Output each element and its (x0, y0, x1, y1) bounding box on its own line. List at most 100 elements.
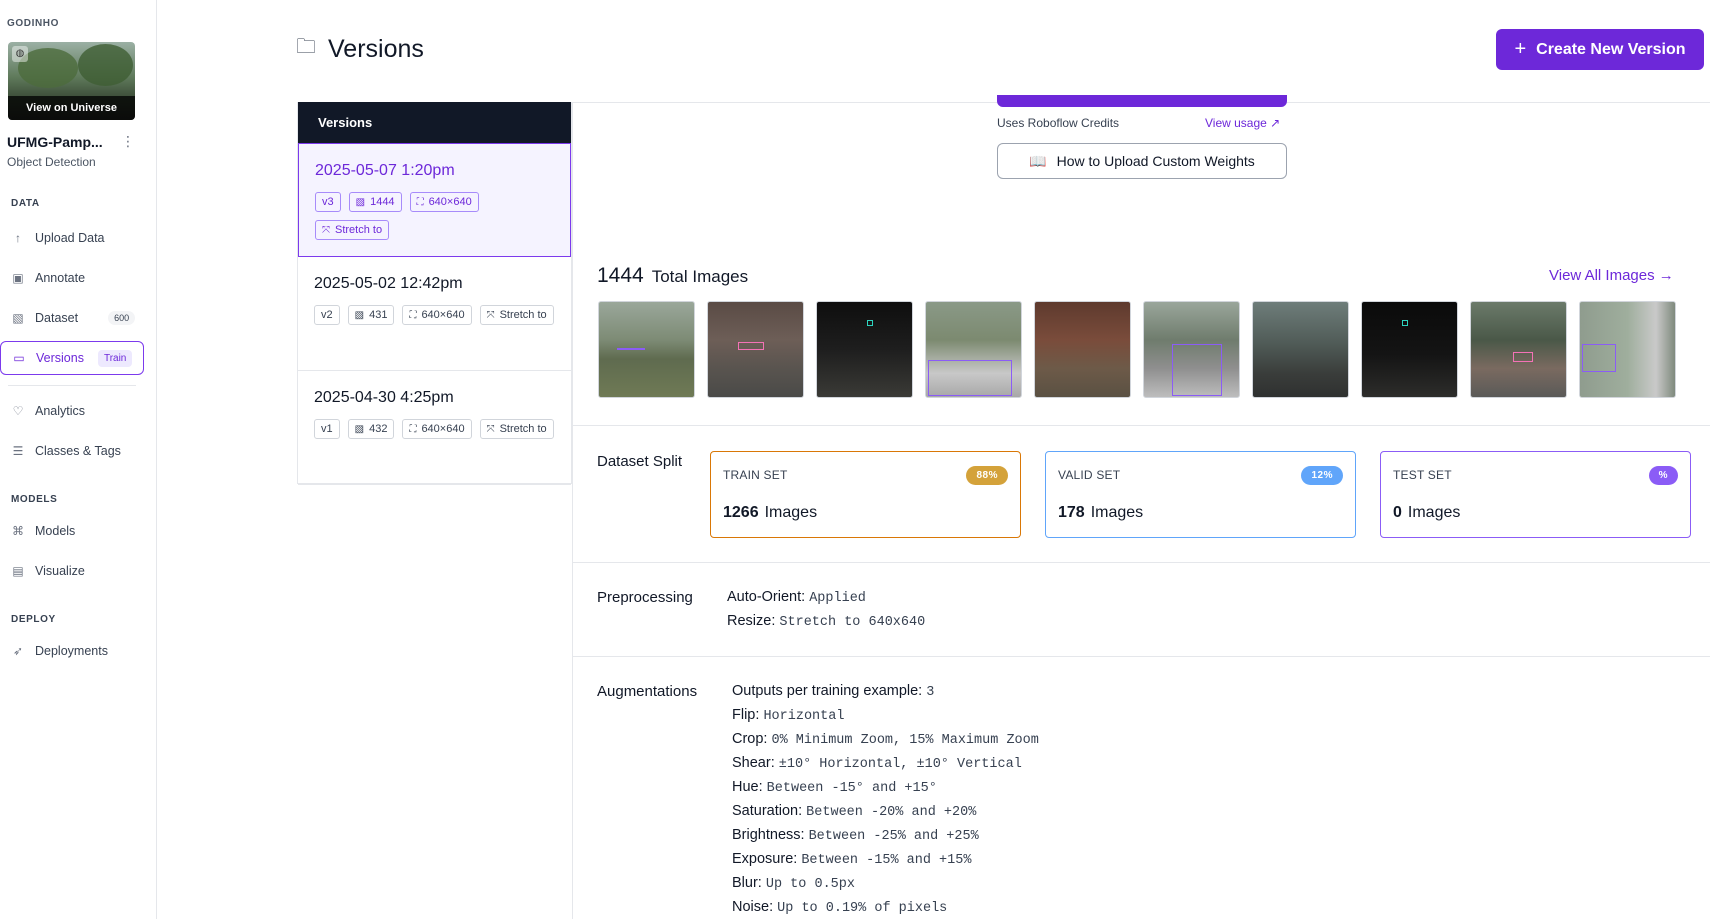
augmentation-row: Blur: Up to 0.5px (732, 875, 855, 892)
image-icon: ▧ (355, 196, 366, 208)
view-all-images-link[interactable]: View All Images → (1549, 267, 1674, 284)
section-data: DATA (11, 198, 40, 209)
view-usage-link[interactable]: View usage ↗ (1205, 116, 1280, 130)
stretch-tag: ⤧ Stretch to (479, 305, 554, 325)
sidebar-item-label: Dataset (35, 311, 79, 325)
sidebar-item-label: Classes & Tags (35, 444, 121, 458)
image-icon: ▧ (12, 311, 24, 325)
version-date: 2025-04-30 4:25pm (314, 389, 454, 406)
stretch-tag: ⤧ Stretch to (479, 419, 554, 439)
test-set-count: 0 (1393, 504, 1402, 521)
test-set-unit: Images (1407, 504, 1461, 521)
gallery-image[interactable] (707, 301, 804, 398)
valid-set-card: VALID SET 12% 178 Images (1045, 451, 1356, 538)
sidebar-item-label: Models (35, 524, 76, 538)
plus-icon: + (1514, 38, 1527, 60)
preprocessing-label: Preprocessing (597, 589, 693, 606)
sidebar-item-models[interactable]: ⌘ Models (0, 514, 144, 548)
train-set-percent: 88% (966, 466, 1008, 485)
train-set-card: TRAIN SET 88% 1266 Images (710, 451, 1021, 538)
folders-icon: 🗀 (296, 36, 316, 58)
sidebar: GODINHO ◍ View on Universe UFMG-Pamp... … (0, 0, 157, 919)
versions-list-heading: Versions (298, 102, 571, 143)
augmentation-row: Crop: 0% Minimum Zoom, 15% Maximum Zoom (732, 731, 1039, 748)
version-item[interactable]: 2025-05-07 1:20pm v3 ▧ 1444 ⛶ 640×640 ⤧ Str… (298, 143, 571, 257)
image-count-tag: ▧ 431 (347, 305, 395, 325)
gallery-image[interactable] (1579, 301, 1676, 398)
gallery-image[interactable] (1143, 301, 1240, 398)
image-count-tag: ▧ 1444 (348, 192, 402, 212)
gallery-image[interactable] (1470, 301, 1567, 398)
upload-weights-label: How to Upload Custom Weights (1056, 153, 1255, 169)
chart-icon: ▤ (12, 564, 24, 578)
version-tag: v3 (315, 192, 341, 212)
create-new-version-button[interactable]: + Create New Version (1496, 29, 1704, 70)
gallery-image[interactable] (925, 301, 1022, 398)
page-title: 🗀 Versions (296, 32, 424, 66)
valid-set-percent: 12% (1301, 466, 1343, 485)
resize-icon: ⛶ (409, 309, 417, 321)
versions-list: Versions 2025-05-07 1:20pm v3 ▧ 1444 ⛶ 640… (297, 102, 572, 485)
sidebar-item-upload[interactable]: ↑ Upload Data (0, 221, 144, 255)
thumbnail-tree (78, 44, 133, 86)
image-gallery (598, 301, 1676, 398)
image-icon: ▧ (354, 423, 365, 435)
version-date: 2025-05-02 12:42pm (314, 275, 463, 292)
gallery-image[interactable] (1252, 301, 1349, 398)
gallery-image[interactable] (1361, 301, 1458, 398)
resize-icon: ⛶ (416, 196, 424, 208)
version-tag: v2 (314, 305, 340, 325)
credits-text: Uses Roboflow Credits (997, 116, 1120, 130)
view-on-universe-link[interactable]: View on Universe (8, 96, 135, 120)
version-item[interactable]: 2025-05-02 12:42pm v2 ▧ 431 ⛶ 640×640 ⤧ Str… (298, 257, 571, 371)
sidebar-item-dataset[interactable]: ▧ Dataset 600 (0, 301, 144, 335)
globe-icon: ◍ (12, 46, 28, 62)
valid-set-count: 178 (1058, 504, 1085, 521)
test-set-percent: % (1648, 466, 1678, 485)
sidebar-item-versions[interactable]: ▭ Versions Train (0, 341, 144, 375)
image-icon: ▧ (354, 309, 365, 321)
models-icon: ⌘ (12, 524, 24, 538)
gallery-image[interactable] (598, 301, 695, 398)
analytics-icon: ♡ (12, 404, 24, 418)
stretch-tag: ⤧ Stretch to (315, 220, 390, 240)
test-set-card: TEST SET % 0 Images (1380, 451, 1691, 538)
upload-weights-button[interactable]: 📖 How to Upload Custom Weights (997, 143, 1287, 179)
version-item[interactable]: 2025-04-30 4:25pm v1 ▧ 432 ⛶ 640×640 ⤧ Stre… (298, 371, 571, 485)
sidebar-item-annotate[interactable]: ▣ Annotate (0, 261, 144, 295)
augmentation-row: Saturation: Between -20% and +20% (732, 803, 977, 820)
section-divider (572, 562, 1710, 563)
sidebar-item-classes[interactable]: ☰ Classes & Tags (0, 434, 144, 468)
train-button-edge[interactable] (997, 95, 1287, 107)
resize-icon: ⛶ (409, 423, 417, 435)
train-badge: Train (97, 349, 133, 367)
sidebar-item-label: Upload Data (35, 231, 105, 245)
rocket-icon: ➶ (12, 644, 24, 658)
project-type: Object Detection (7, 155, 96, 169)
book-icon: 📖 (1029, 152, 1047, 169)
section-divider (572, 656, 1710, 657)
augmentation-row: Hue: Between -15° and +15° (732, 779, 937, 796)
sidebar-item-deployments[interactable]: ➶ Deployments (0, 634, 144, 668)
version-tag: v1 (314, 419, 340, 439)
test-set-name: TEST SET (1393, 468, 1452, 482)
project-thumbnail[interactable]: ◍ View on Universe (8, 42, 135, 120)
preprocessing-row: Resize: Stretch to 640x640 (727, 613, 926, 630)
gallery-image[interactable] (1034, 301, 1131, 398)
sidebar-item-label: Visualize (35, 564, 85, 578)
section-models: MODELS (11, 494, 58, 505)
augmentation-row: Outputs per training example: 3 (732, 683, 935, 700)
sidebar-item-visualize[interactable]: ▤ Visualize (0, 554, 144, 588)
page-title-text: Versions (328, 34, 424, 63)
project-menu-icon[interactable]: ⋮ (121, 133, 135, 150)
augmentation-row: Exposure: Between -15% and +15% (732, 851, 972, 868)
gallery-image[interactable] (816, 301, 913, 398)
augmentations-label: Augmentations (597, 683, 698, 700)
stretch-icon: ⤧ (322, 224, 330, 236)
annotate-icon: ▣ (12, 271, 24, 285)
dataset-split-label: Dataset Split (597, 453, 683, 470)
project-name: UFMG-Pamp... (7, 134, 103, 150)
folders-icon: ▭ (13, 351, 25, 365)
sidebar-divider (8, 385, 136, 386)
sidebar-item-analytics[interactable]: ♡ Analytics (0, 394, 144, 428)
